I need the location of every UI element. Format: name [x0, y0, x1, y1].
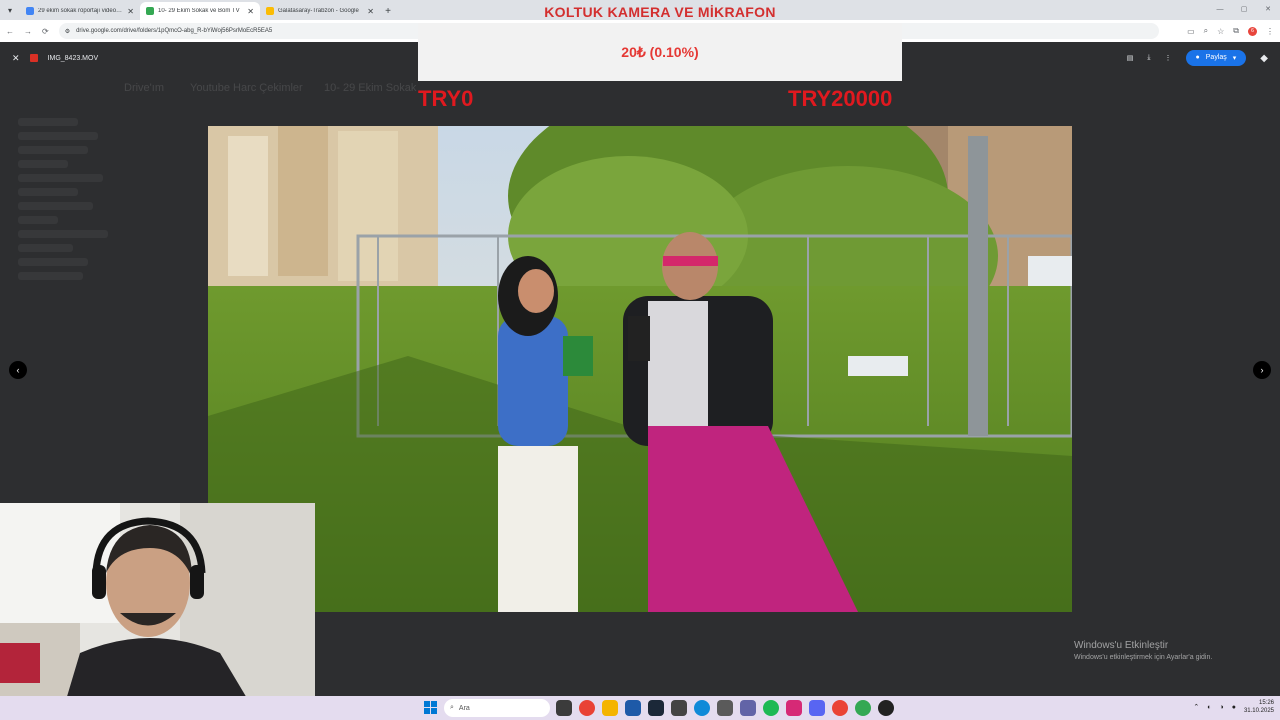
window-controls: — ▢ ✕ — [1208, 0, 1280, 20]
webcam-scene — [0, 503, 315, 720]
obs-icon[interactable] — [878, 700, 894, 716]
share-label: Paylaş — [1205, 54, 1227, 61]
chrome-profile-icon[interactable] — [832, 700, 848, 716]
donation-progress-box: 20₺ (0.10%) — [418, 23, 902, 81]
tab-title: 29 ekim sokak röportajı video t... — [38, 8, 124, 14]
tab-title: 10- 29 Ekim Sokak ve Bom TV — [158, 8, 240, 14]
back-icon[interactable]: ← — [6, 27, 14, 36]
goal-max-label: TRY20000 — [788, 86, 893, 111]
next-file-button[interactable]: › — [1253, 361, 1271, 379]
network-icon[interactable]: ◐ — [1207, 704, 1211, 711]
clock[interactable]: 15:26 31.10.2025 — [1244, 699, 1274, 715]
webcam-feed — [0, 503, 315, 720]
video-frame[interactable] — [208, 126, 1072, 612]
ghost-breadcrumb-1: Drive'ım — [124, 82, 164, 94]
taskbar-apps — [556, 700, 894, 716]
windows-activation-watermark: Windows'u Etkinleştir Windows'u etkinleş… — [1074, 640, 1212, 661]
pin-icon[interactable]: ◆ — [1260, 53, 1268, 64]
donation-goal-title: KOLTUK KAMERA VE MİKRAFON — [544, 4, 776, 20]
windows-taskbar: ⌕ Ara ⌃ ◐ ◑ ● 15:26 31.10.2025 — [0, 696, 1280, 720]
search-placeholder: Ara — [458, 704, 470, 712]
volume-icon[interactable]: ◑ — [1220, 704, 1224, 711]
cast-icon[interactable]: ▭ — [1187, 27, 1195, 36]
chrome-profile-2-icon[interactable] — [855, 700, 871, 716]
more-icon[interactable]: ⋮ — [1165, 54, 1172, 62]
chevron-down-icon: ▾ — [1232, 55, 1237, 62]
previous-file-button[interactable]: ‹ — [9, 361, 27, 379]
ghost-breadcrumb-3: 10- 29 Ekim Sokak — [324, 82, 417, 94]
url-text: drive.google.com/drive/folders/1pQmcO-ab… — [76, 28, 273, 34]
activation-title: Windows'u Etkinleştir — [1074, 640, 1169, 651]
google-favicon-icon — [266, 7, 274, 15]
share-button[interactable]: ● Paylaş ▾ — [1185, 50, 1247, 66]
donation-amount: 20₺ (0.10%) — [621, 43, 699, 60]
clock-date: 31.10.2025 — [1243, 708, 1274, 714]
close-tab-icon[interactable]: ✕ — [367, 7, 374, 16]
drive-favicon-icon — [146, 7, 154, 15]
teams-icon[interactable] — [740, 700, 756, 716]
file-explorer-icon[interactable] — [602, 700, 618, 716]
profile-avatar[interactable]: 6 — [1248, 26, 1257, 36]
toolbar-right: ▭ ⌕ ☆ ⧉ 6 ⋮ — [1187, 26, 1274, 36]
browser-tab-2[interactable]: 10- 29 Ekim Sokak ve Bom TV ✕ — [140, 2, 260, 20]
taskbar-search[interactable]: ⌕ Ara — [444, 699, 550, 717]
minimize-icon[interactable]: — — [1208, 0, 1232, 20]
extensions-icon[interactable]: ⧉ — [1233, 26, 1239, 36]
zoom-icon[interactable]: ⌕ — [1204, 26, 1208, 36]
download-icon[interactable]: ⤓ — [1147, 54, 1150, 62]
task-view-icon[interactable] — [556, 700, 572, 716]
clock-time: 15:26 — [1258, 700, 1274, 706]
reload-icon[interactable]: ⟳ — [42, 27, 49, 36]
new-tab-button[interactable]: + — [380, 2, 396, 20]
goal-min-label: TRY0 — [418, 86, 474, 111]
search-icon: ⌕ — [450, 704, 454, 711]
microphone-icon[interactable]: ● — [1232, 704, 1236, 711]
browser-tab-1[interactable]: 29 ekim sokak röportajı video t... ✕ — [20, 2, 140, 20]
chevron-left-icon: ‹ — [16, 365, 20, 375]
chrome-icon[interactable] — [579, 700, 595, 716]
bookmark-star-icon[interactable]: ☆ — [1217, 27, 1224, 36]
close-icon[interactable]: ✕ — [12, 53, 20, 64]
dimmed-drive-sidebar — [18, 112, 118, 286]
chevron-right-icon: › — [1260, 365, 1264, 375]
video-scene — [208, 126, 1072, 612]
maximize-icon[interactable]: ▢ — [1232, 0, 1256, 20]
windows-icon[interactable] — [424, 701, 437, 714]
browser-tab-3[interactable]: Galatasaray-Trabzon - Google ✕ — [260, 2, 380, 20]
edge-icon[interactable] — [694, 700, 710, 716]
file-name: IMG_8423.MOV — [47, 54, 99, 62]
steam-icon[interactable] — [648, 700, 664, 716]
video-file-icon — [29, 54, 38, 62]
close-tab-icon[interactable]: ✕ — [127, 7, 134, 16]
docs-favicon-icon — [26, 7, 34, 15]
tab-menu-icon[interactable]: ▾ — [0, 0, 20, 20]
tab-title: Galatasaray-Trabzon - Google — [278, 8, 359, 14]
activation-subtitle: Windows'u etkinleştirmek için Ayarlar'a … — [1074, 654, 1213, 661]
close-window-icon[interactable]: ✕ — [1256, 0, 1280, 20]
store-icon[interactable] — [625, 700, 641, 716]
settings-icon[interactable] — [717, 700, 733, 716]
photos-icon[interactable] — [671, 700, 687, 716]
tray-chevron-up-icon[interactable]: ⌃ — [1193, 703, 1199, 711]
ghost-breadcrumb-2: Youtube Harc Çekimler — [190, 82, 303, 94]
forward-icon[interactable]: → — [24, 27, 32, 36]
close-tab-icon[interactable]: ✕ — [247, 7, 254, 16]
site-info-icon[interactable]: ⚙ — [65, 28, 70, 35]
comment-icon[interactable]: ▤ — [1127, 54, 1134, 62]
system-tray: ⌃ ◐ ◑ ● 15:26 31.10.2025 — [1193, 699, 1274, 715]
more-icon[interactable]: ⋮ — [1266, 27, 1274, 36]
viewer-actions: ▤ ⤓ ⋮ ● Paylaş ▾ ◆ — [1127, 50, 1268, 66]
instagram-icon[interactable] — [786, 700, 802, 716]
discord-icon[interactable] — [809, 700, 825, 716]
person-add-icon: ● — [1195, 54, 1200, 61]
spotify-icon[interactable] — [763, 700, 779, 716]
